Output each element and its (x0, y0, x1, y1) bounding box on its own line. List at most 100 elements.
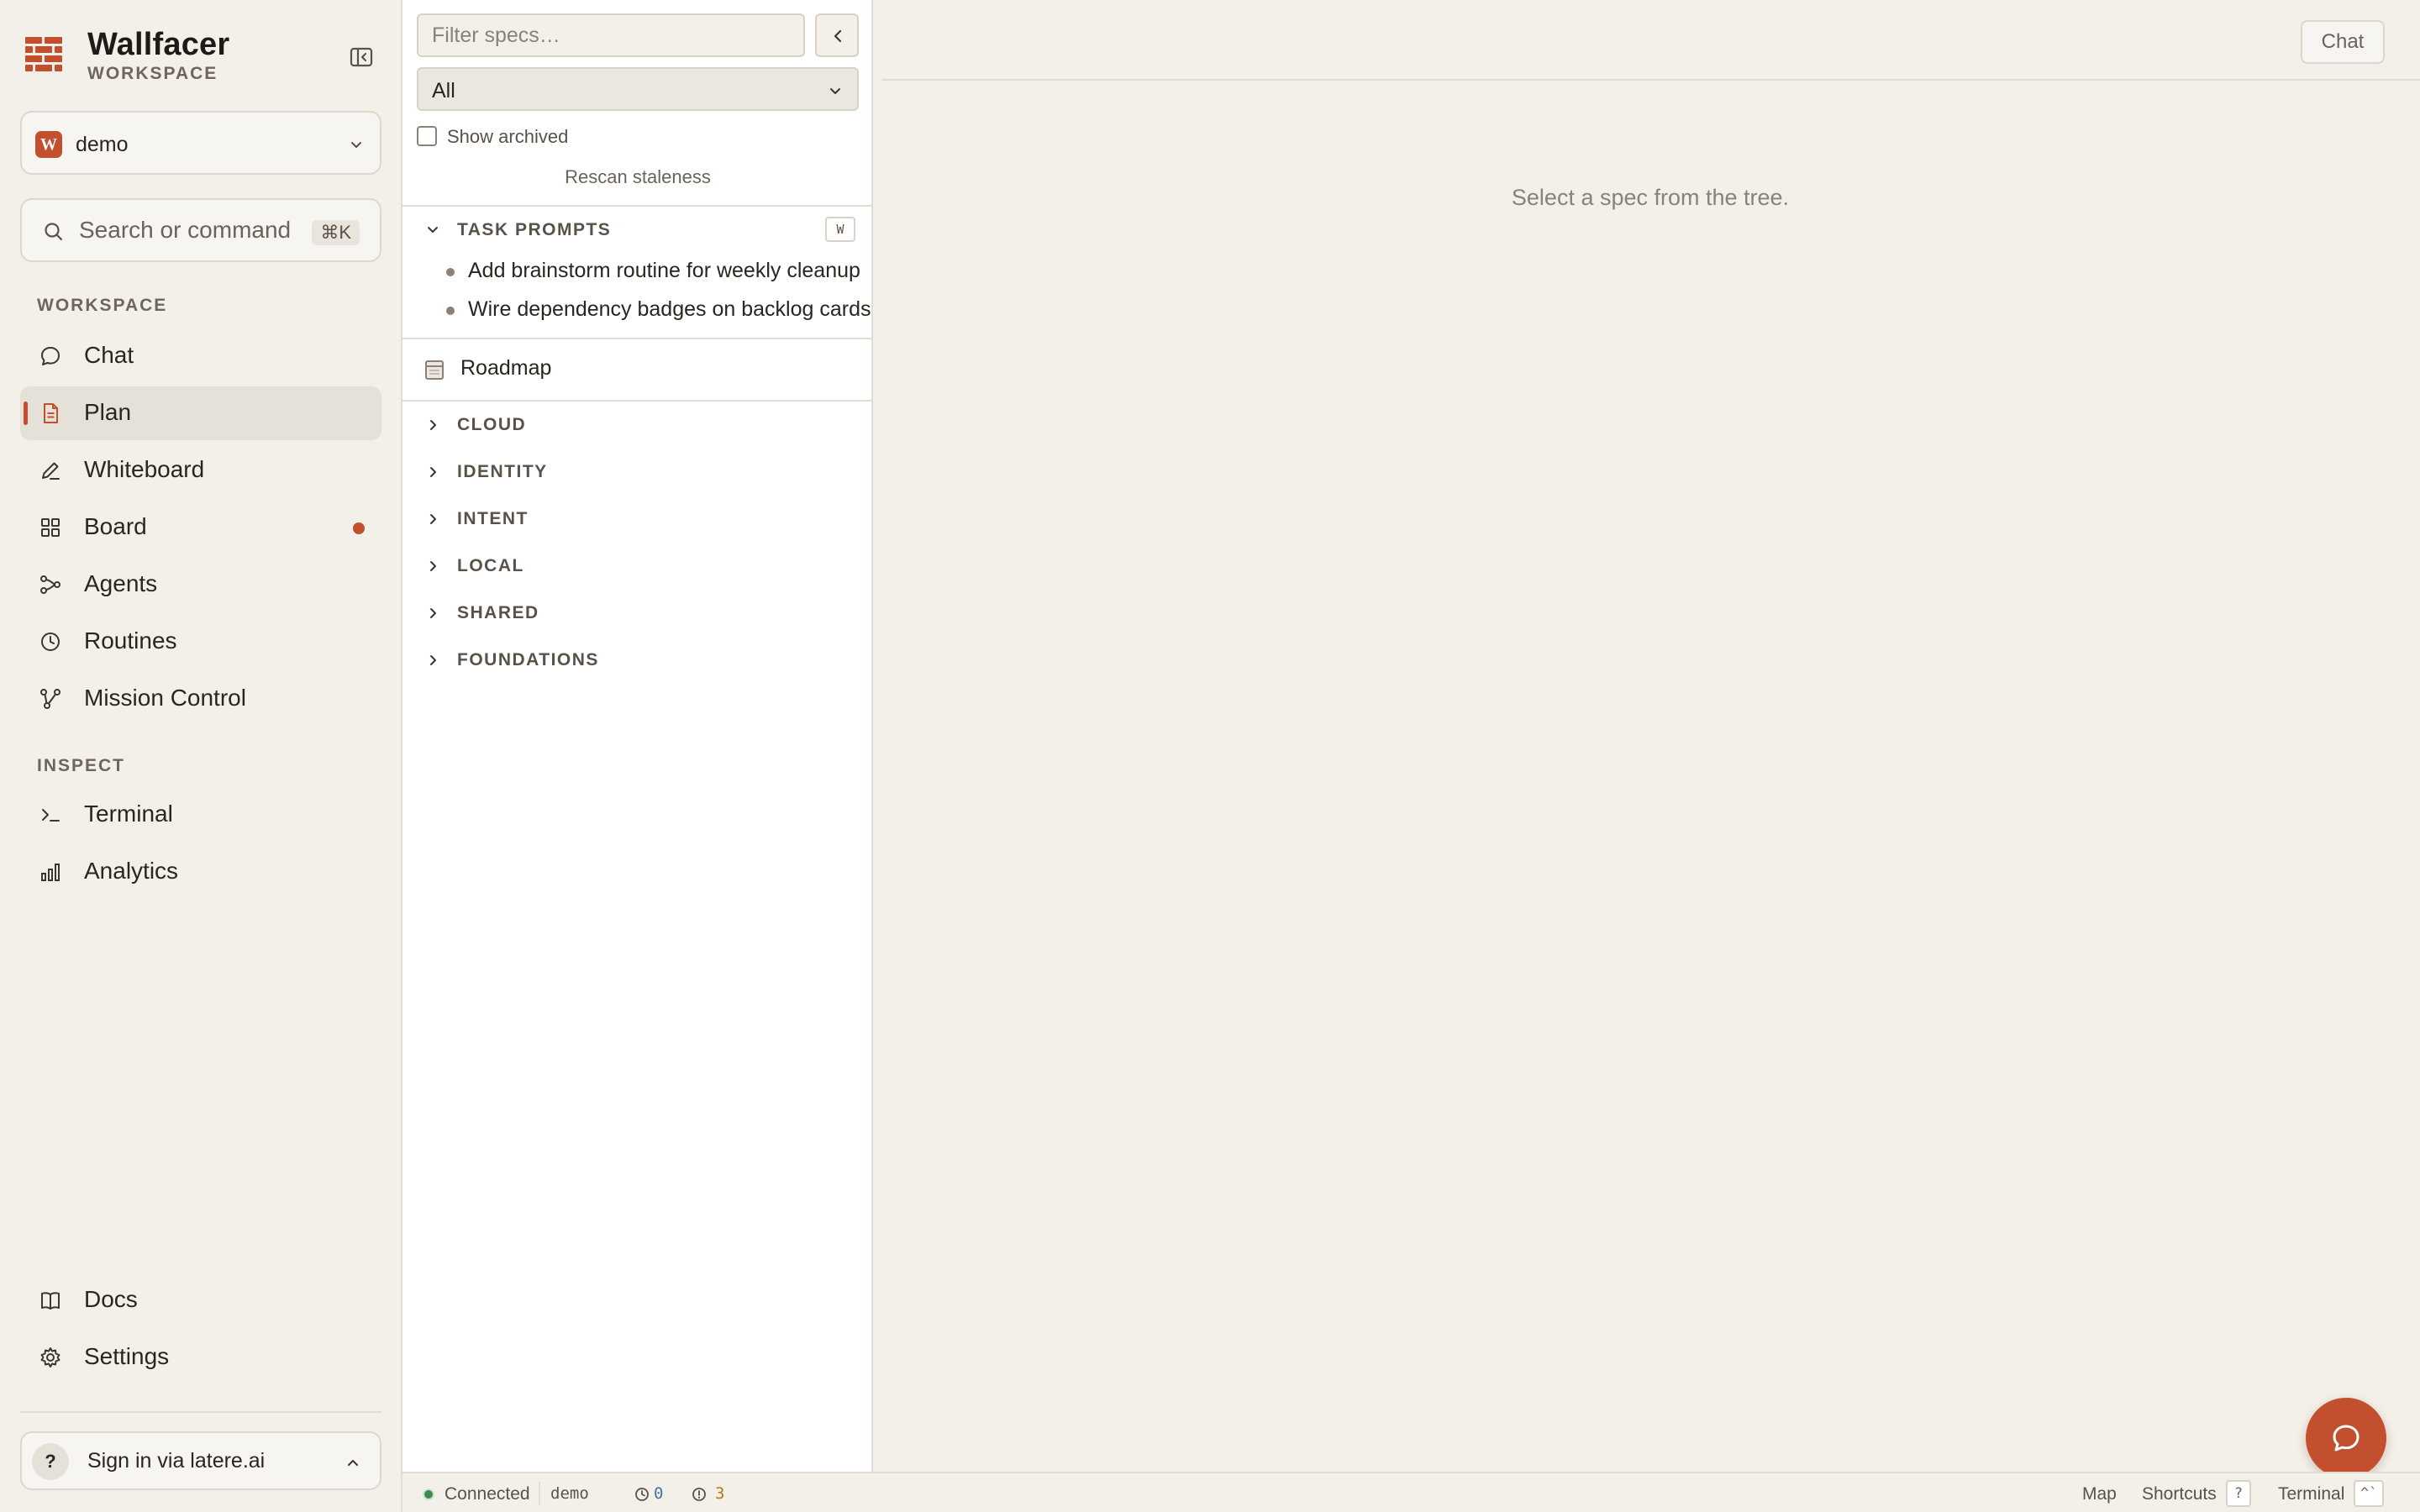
chat-button[interactable]: Chat (2301, 20, 2385, 64)
group-local[interactable]: LOCAL (402, 549, 873, 583)
nav-label: Mission Control (84, 685, 246, 711)
app-subtitle: WORKSPACE (87, 64, 218, 83)
signin-button[interactable]: ? Sign in via latere.ai (20, 1431, 381, 1490)
empty-state-message: Select a spec from the tree. (1511, 185, 1790, 210)
chevron-up-icon (348, 1460, 358, 1466)
chat-bubble-icon (41, 347, 60, 365)
group-label: SHARED (457, 603, 539, 622)
nav-item-chat[interactable]: Chat (20, 329, 381, 383)
shortcuts-key: ? (2226, 1480, 2251, 1507)
group-label: FOUNDATIONS (457, 650, 599, 669)
search-placeholder: Search or command (79, 217, 292, 243)
group-label: TASK PROMPTS (457, 220, 612, 239)
group-label: CLOUD (457, 415, 527, 434)
map-link[interactable]: Map (2082, 1484, 2117, 1504)
chevron-right-icon (430, 514, 436, 524)
nav-item-mission-control[interactable]: Mission Control (20, 672, 381, 726)
nav-item-docs[interactable]: Docs (20, 1273, 381, 1327)
help-avatar: ? (32, 1443, 69, 1480)
book-icon (41, 1292, 60, 1310)
chevron-down-icon (830, 88, 840, 94)
chat-fab-button[interactable] (2306, 1398, 2386, 1478)
shortcuts-link[interactable]: Shortcuts (2142, 1484, 2217, 1504)
terminal-toggle[interactable]: Terminal (2278, 1484, 2344, 1504)
chevron-right-icon (430, 467, 436, 477)
chevron-right-icon (430, 420, 436, 430)
status-bar: Connected demo 0 3 Map Shortcuts ? Termi… (402, 1472, 2420, 1512)
agents-network-icon (40, 575, 60, 594)
nav-label: Agents (84, 570, 158, 596)
app-title: Wallfacer (87, 27, 230, 62)
workspace-badge: W (35, 131, 62, 158)
group-label: LOCAL (457, 556, 524, 575)
chevron-right-icon (430, 608, 436, 618)
pencil-icon (42, 462, 60, 480)
nav-label: Docs (84, 1286, 138, 1312)
terminal-key: ^` (2354, 1480, 2385, 1507)
status-separator (539, 1482, 540, 1505)
workspace-select[interactable]: W demo (20, 111, 381, 175)
group-label: IDENTITY (457, 462, 548, 481)
collapse-panel-button[interactable] (815, 13, 859, 57)
bar-chart-icon (41, 864, 60, 881)
alert-circle-icon (692, 1488, 706, 1501)
nav-item-plan[interactable]: Plan (20, 386, 381, 440)
filter-specs-input[interactable] (417, 13, 805, 57)
chevron-right-icon (430, 561, 436, 571)
group-identity[interactable]: IDENTITY (402, 455, 873, 489)
clock-count[interactable]: 0 (654, 1484, 663, 1503)
inspect-section-label: INSPECT (37, 756, 126, 775)
nav-label: Chat (84, 342, 134, 368)
main-header: Chat (881, 0, 2420, 81)
nav-item-agents[interactable]: Agents (20, 558, 381, 612)
notification-dot (353, 522, 365, 534)
group-shared[interactable]: SHARED (402, 596, 873, 630)
nav-item-routines[interactable]: Routines (20, 615, 381, 669)
mission-control-icon (40, 689, 60, 709)
clock-icon (41, 633, 60, 651)
warning-count[interactable]: 3 (715, 1484, 724, 1503)
search-shortcut: ⌘K (312, 220, 360, 245)
group-cloud[interactable]: CLOUD (402, 408, 873, 442)
roadmap-label: Roadmap (460, 356, 552, 380)
bullet-dot (446, 268, 455, 276)
sidebar: Wallfacer WORKSPACE W demo Search or com… (0, 0, 402, 1512)
chevron-left-icon (834, 29, 842, 43)
nav-label: Terminal (84, 801, 173, 827)
nav-item-whiteboard[interactable]: Whiteboard (20, 444, 381, 497)
chevron-down-icon (428, 227, 438, 233)
chevron-down-icon (351, 142, 361, 148)
group-intent[interactable]: INTENT (402, 502, 873, 536)
chat-bubble-icon (2333, 1425, 2360, 1452)
task-prompts-shortcut[interactable]: W (825, 217, 855, 242)
nav-item-terminal[interactable]: Terminal (20, 788, 381, 842)
main-content: Chat Select a spec from the tree. (875, 0, 2420, 1472)
task-prompt-label: Add brainstorm routine for weekly cleanu… (468, 259, 860, 282)
collapse-sidebar-icon[interactable] (348, 44, 375, 71)
nav-item-analytics[interactable]: Analytics (20, 845, 381, 899)
workspace-indicator: demo (550, 1484, 589, 1503)
gear-icon (40, 1347, 60, 1368)
command-search[interactable]: Search or command ⌘K (20, 198, 381, 262)
group-foundations[interactable]: FOUNDATIONS (402, 643, 873, 677)
bullet-dot (446, 307, 455, 315)
panel-divider (402, 338, 873, 339)
nav-label: Whiteboard (84, 456, 205, 482)
status-filter-select[interactable]: All (417, 67, 859, 111)
task-prompt-label: Wire dependency badges on backlog cards (468, 297, 871, 321)
group-label: INTENT (457, 509, 529, 528)
workspace-name: demo (76, 133, 129, 156)
chevron-right-icon (430, 655, 436, 665)
connection-status-dot (423, 1488, 434, 1500)
nav-item-settings[interactable]: Settings (20, 1331, 381, 1384)
show-archived-label[interactable]: Show archived (447, 126, 568, 148)
show-archived-checkbox[interactable] (417, 126, 437, 146)
roadmap-item[interactable]: Roadmap (402, 344, 873, 395)
nav-item-board[interactable]: Board (20, 501, 381, 554)
status-filter-value: All (432, 79, 455, 102)
panel-divider (402, 400, 873, 402)
nav-label: Board (84, 513, 147, 539)
calendar-icon (425, 360, 444, 380)
rescan-staleness-button[interactable]: Rescan staleness (402, 166, 873, 188)
group-task-prompts[interactable]: TASK PROMPTS W (402, 213, 873, 247)
